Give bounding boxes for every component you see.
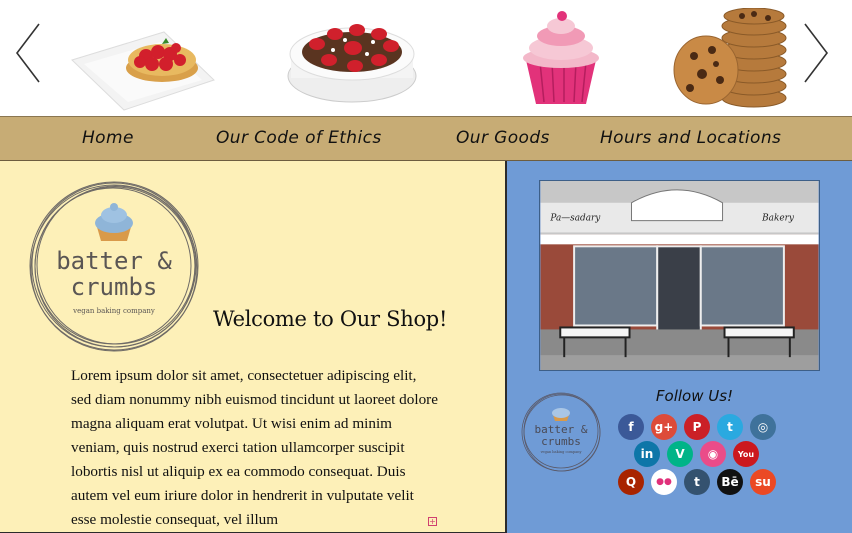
svg-text:vegan baking company: vegan baking company (540, 450, 582, 454)
facebook-icon[interactable]: f (618, 414, 644, 440)
page-title: Welcome to Our Shop! (213, 307, 448, 331)
sidebar: Pa—sadary Bakery Follow Us! batter & cru… (507, 161, 852, 533)
storefront-right-sign: Bakery (761, 214, 795, 224)
pinterest-icon[interactable]: P (684, 414, 710, 440)
dribbble-icon[interactable]: ◉ (700, 441, 726, 467)
stumbleupon-icon[interactable]: su (750, 469, 776, 495)
svg-text:crumbs: crumbs (541, 435, 581, 448)
flickr-icon[interactable]: ●● (651, 469, 677, 495)
cookie-stack-image (673, 8, 787, 108)
youtube-icon[interactable]: You (733, 441, 759, 467)
chevron-right-icon[interactable] (802, 22, 830, 84)
main-content: batter & crumbs vegan baking company Wel… (0, 161, 507, 533)
quora-icon[interactable]: Q (618, 469, 644, 495)
batter-and-crumbs-logo: batter & crumbs vegan baking company (29, 181, 199, 352)
logo-line2: crumbs (71, 273, 158, 301)
expand-icon[interactable]: + (428, 517, 437, 526)
nav-item-home[interactable]: Home (82, 128, 134, 148)
storefront-left-sign: Pa—sadary (549, 214, 601, 224)
tumblr-icon[interactable]: t (684, 469, 710, 495)
strawberry-cake-image (287, 24, 417, 103)
twitter-icon[interactable]: t (717, 414, 743, 440)
image-carousel (0, 0, 852, 116)
google-plus-icon[interactable]: g+ (651, 414, 677, 440)
nav-item-code-of-ethics[interactable]: Our Code of Ethics (216, 128, 382, 148)
logo-tagline: vegan baking company (72, 307, 155, 315)
chevron-left-icon[interactable] (14, 22, 42, 84)
pink-cupcake-image (523, 11, 599, 104)
behance-icon[interactable]: Bē (717, 469, 743, 495)
nav-item-hours-locations[interactable]: Hours and Locations (600, 128, 781, 148)
main-nav: Home Our Code of Ethics Our Goods Hours … (0, 116, 852, 161)
logo-line1: batter & (56, 247, 172, 275)
intro-paragraph: Lorem ipsum dolor sit amet, consectetuer… (71, 367, 438, 528)
linkedin-icon[interactable]: in (634, 441, 660, 467)
instagram-icon[interactable]: ◎ (750, 414, 776, 440)
nav-item-our-goods[interactable]: Our Goods (456, 128, 550, 148)
vine-icon[interactable]: V (667, 441, 693, 467)
storefront-photo: Pa—sadary Bakery (539, 180, 820, 371)
batter-and-crumbs-logo-small: batter & crumbs vegan baking company (521, 392, 601, 472)
strawberry-tart-image (64, 2, 230, 114)
